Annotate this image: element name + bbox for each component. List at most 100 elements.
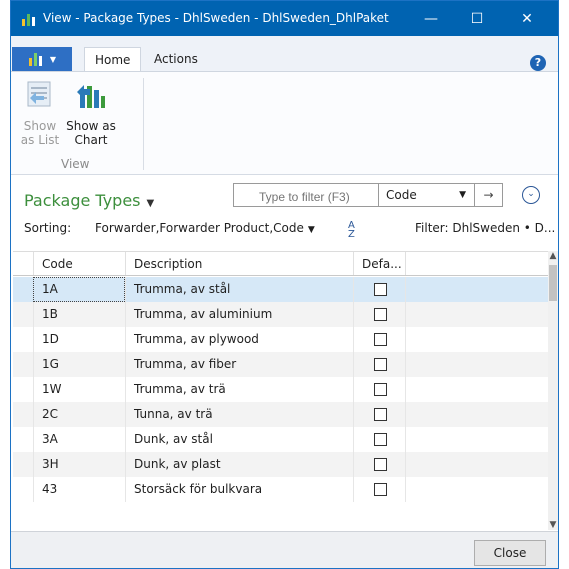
title-bar: View - Package Types - DhlSweden - DhlSw… [11, 1, 558, 36]
scroll-down-icon[interactable]: ▼ [548, 520, 558, 530]
app-menu-button[interactable]: ▼ [12, 47, 72, 71]
ribbon-tab-row: ▼ Home Actions ? [11, 36, 558, 73]
cell-code[interactable]: 2C [33, 402, 125, 427]
list-view-icon [27, 81, 51, 107]
expand-filter-icon[interactable]: ⌄ [522, 186, 540, 204]
chevron-down-icon: ▼ [146, 198, 155, 209]
ribbon-panel: Show as List Show as Chart View [11, 71, 558, 175]
close-button[interactable]: Close [474, 540, 546, 566]
cell-code[interactable]: 1D [33, 327, 125, 352]
cell-description[interactable]: Storsäck för bulkvara [125, 477, 353, 502]
cell-default [353, 277, 405, 302]
tab-home[interactable]: Home [84, 47, 142, 73]
default-checkbox[interactable] [374, 333, 387, 346]
cell-filler [405, 277, 548, 302]
cell-filler [405, 352, 548, 377]
cell-default [353, 327, 405, 352]
cell-description[interactable]: Trumma, av fiber [125, 352, 353, 377]
window-title: View - Package Types - DhlSweden - DhlSw… [43, 11, 389, 25]
minimize-button[interactable]: — [408, 1, 454, 36]
chart-view-icon [77, 85, 105, 108]
default-checkbox[interactable] [374, 483, 387, 496]
default-checkbox[interactable] [374, 433, 387, 446]
cell-description[interactable]: Dunk, av plast [125, 452, 353, 477]
footer-bar: Close [11, 531, 558, 568]
table-row[interactable]: 3A Dunk, av stål [13, 427, 548, 452]
column-header-description[interactable]: Description [125, 252, 353, 275]
cell-code[interactable]: 1A [33, 277, 125, 302]
column-header-default[interactable]: Defa... [353, 252, 405, 275]
filter-input[interactable] [233, 183, 379, 207]
default-checkbox[interactable] [374, 283, 387, 296]
chevron-down-icon: ▼ [459, 190, 466, 200]
table-row[interactable]: 1W Trumma, av trä [13, 377, 548, 402]
column-header-filler [405, 252, 548, 275]
cell-description[interactable]: Trumma, av stål [125, 277, 353, 302]
column-header-code[interactable]: Code [33, 252, 125, 275]
cell-filler [405, 302, 548, 327]
cell-filler [405, 477, 548, 502]
cell-default [353, 477, 405, 502]
default-checkbox[interactable] [374, 408, 387, 421]
cell-default [353, 452, 405, 477]
cell-description[interactable]: Trumma, av aluminium [125, 302, 353, 327]
maximize-button[interactable]: ☐ [454, 1, 500, 36]
default-checkbox[interactable] [374, 308, 387, 321]
cell-code[interactable]: 1B [33, 302, 125, 327]
scrollbar-thumb[interactable] [549, 265, 557, 301]
cell-code[interactable]: 43 [33, 477, 125, 502]
cell-filler [405, 402, 548, 427]
sorting-bar: Sorting: Forwarder,Forwarder Product,Cod… [24, 221, 556, 241]
cell-code[interactable]: 1G [33, 352, 125, 377]
cell-filler [405, 377, 548, 402]
default-checkbox[interactable] [374, 383, 387, 396]
show-as-list-label: Show as List [20, 119, 60, 147]
cell-default [353, 377, 405, 402]
ribbon-group-label: View [61, 157, 90, 171]
cell-code[interactable]: 3A [33, 427, 125, 452]
cell-description[interactable]: Trumma, av trä [125, 377, 353, 402]
table-row[interactable]: 1B Trumma, av aluminium [13, 302, 548, 327]
cell-code[interactable]: 3H [33, 452, 125, 477]
table-row[interactable]: 43 Storsäck för bulkvara [13, 477, 548, 502]
sort-order-icon[interactable]: AZ [348, 221, 355, 240]
cell-default [353, 427, 405, 452]
show-as-list-button[interactable]: Show as List [19, 78, 61, 147]
package-types-grid: Code Description Defa... 1A Trumma, av st… [13, 251, 548, 530]
cell-default [353, 352, 405, 377]
vertical-scrollbar[interactable]: ▲ ▼ [548, 251, 558, 530]
app-window: View - Package Types - DhlSweden - DhlSw… [10, 0, 559, 569]
apply-filter-button[interactable]: → [475, 183, 503, 207]
default-checkbox[interactable] [374, 458, 387, 471]
cell-description[interactable]: Dunk, av stål [125, 427, 353, 452]
table-row[interactable]: 3H Dunk, av plast [13, 452, 548, 477]
grid-header: Code Description Defa... [13, 252, 548, 276]
cell-filler [405, 427, 548, 452]
table-row[interactable]: 2C Tunna, av trä [13, 402, 548, 427]
window-close-button[interactable]: ✕ [504, 1, 550, 36]
default-checkbox[interactable] [374, 358, 387, 371]
cell-filler [405, 327, 548, 352]
cell-code[interactable]: 1W [33, 377, 125, 402]
filter-column-value: Code [386, 188, 417, 202]
cell-description[interactable]: Tunna, av trä [125, 402, 353, 427]
chevron-down-icon: ▼ [49, 54, 57, 64]
show-as-chart-button[interactable]: Show as Chart [63, 78, 119, 147]
table-row[interactable]: 1A Trumma, av stål [13, 277, 548, 302]
scroll-up-icon[interactable]: ▲ [548, 251, 558, 261]
sorting-select[interactable]: Forwarder,Forwarder Product,Code ▼ [95, 221, 315, 235]
page-title-menu[interactable]: Package Types ▼ [24, 191, 154, 210]
cell-description[interactable]: Trumma, av plywood [125, 327, 353, 352]
filter-summary: Filter: DhlSweden • D... [415, 221, 556, 235]
cell-default [353, 402, 405, 427]
help-icon[interactable]: ? [530, 55, 546, 71]
app-chart-icon [22, 14, 35, 26]
table-row[interactable]: 1G Trumma, av fiber [13, 352, 548, 377]
sorting-value: Forwarder,Forwarder Product,Code [95, 221, 304, 235]
cell-default [353, 302, 405, 327]
filter-column-select[interactable]: Code ▼ [379, 183, 475, 207]
sorting-label: Sorting: [24, 221, 72, 235]
ribbon-group-separator [143, 78, 144, 170]
tab-actions[interactable]: Actions [144, 47, 208, 72]
table-row[interactable]: 1D Trumma, av plywood [13, 327, 548, 352]
